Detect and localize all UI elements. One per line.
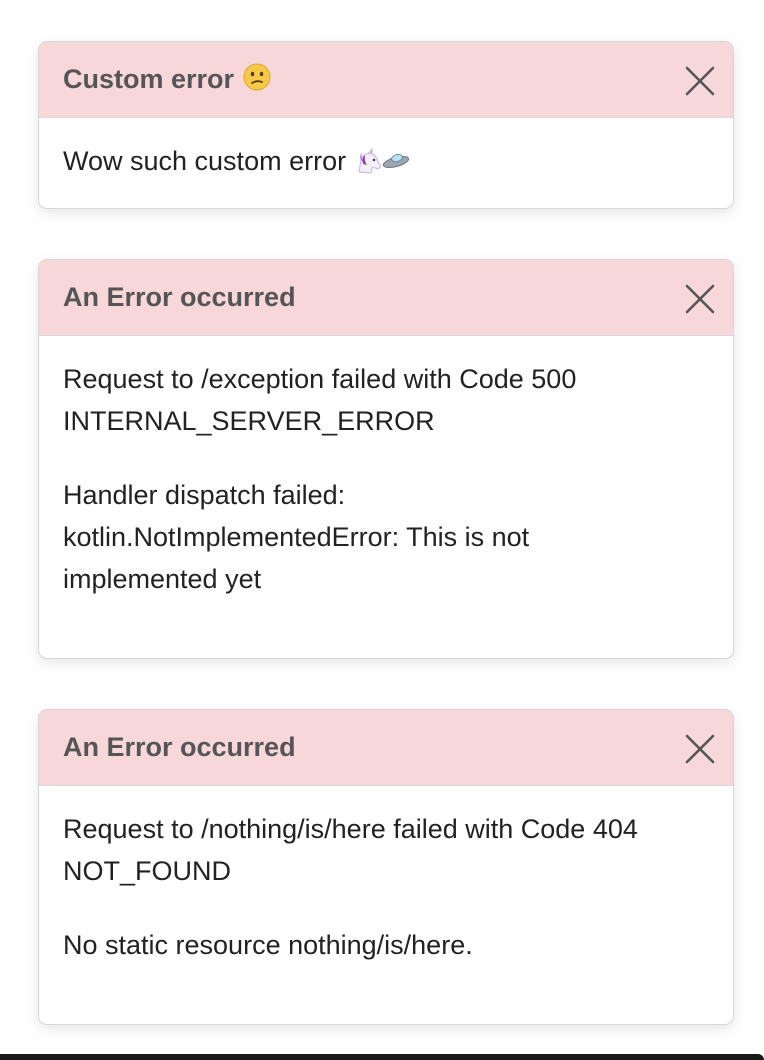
- window-bottom-edge: [0, 1054, 764, 1060]
- toast-custom-error: Custom error Wow such custom error: [38, 41, 734, 209]
- toast-header: Custom error: [39, 42, 733, 118]
- close-icon: [685, 284, 715, 314]
- toast-message: Request to /exception failed with Code 5…: [63, 364, 577, 436]
- unicorn-ufo-icon: [356, 144, 410, 186]
- close-icon: [685, 734, 715, 764]
- toast-body: Request to /nothing/is/here failed with …: [39, 786, 733, 966]
- toast-message: Wow such custom error: [63, 140, 709, 186]
- toast-header: An Error occurred: [39, 710, 733, 786]
- close-button[interactable]: [685, 66, 715, 96]
- toast-error-500: An Error occurred Request to /exception …: [38, 259, 734, 659]
- toast-title: An Error occurred: [63, 282, 296, 312]
- toast-detail: Handler dispatch failed: kotlin.NotImple…: [63, 480, 530, 594]
- page: Custom error Wow such custom error An Er…: [0, 0, 764, 1060]
- toast-detail: No static resource nothing/is/here.: [63, 930, 473, 960]
- toast-body: Wow such custom error: [39, 118, 733, 186]
- toast-header: An Error occurred: [39, 260, 733, 336]
- close-button[interactable]: [685, 734, 715, 764]
- close-icon: [685, 66, 715, 96]
- close-button[interactable]: [685, 284, 715, 314]
- toast-title: Custom error: [63, 64, 235, 94]
- toast-error-404: An Error occurred Request to /nothing/is…: [38, 709, 734, 1025]
- confused-face-icon: [243, 63, 271, 96]
- toast-title: An Error occurred: [63, 732, 296, 762]
- toast-message: Request to /nothing/is/here failed with …: [63, 814, 638, 886]
- toast-body: Request to /exception failed with Code 5…: [39, 336, 733, 600]
